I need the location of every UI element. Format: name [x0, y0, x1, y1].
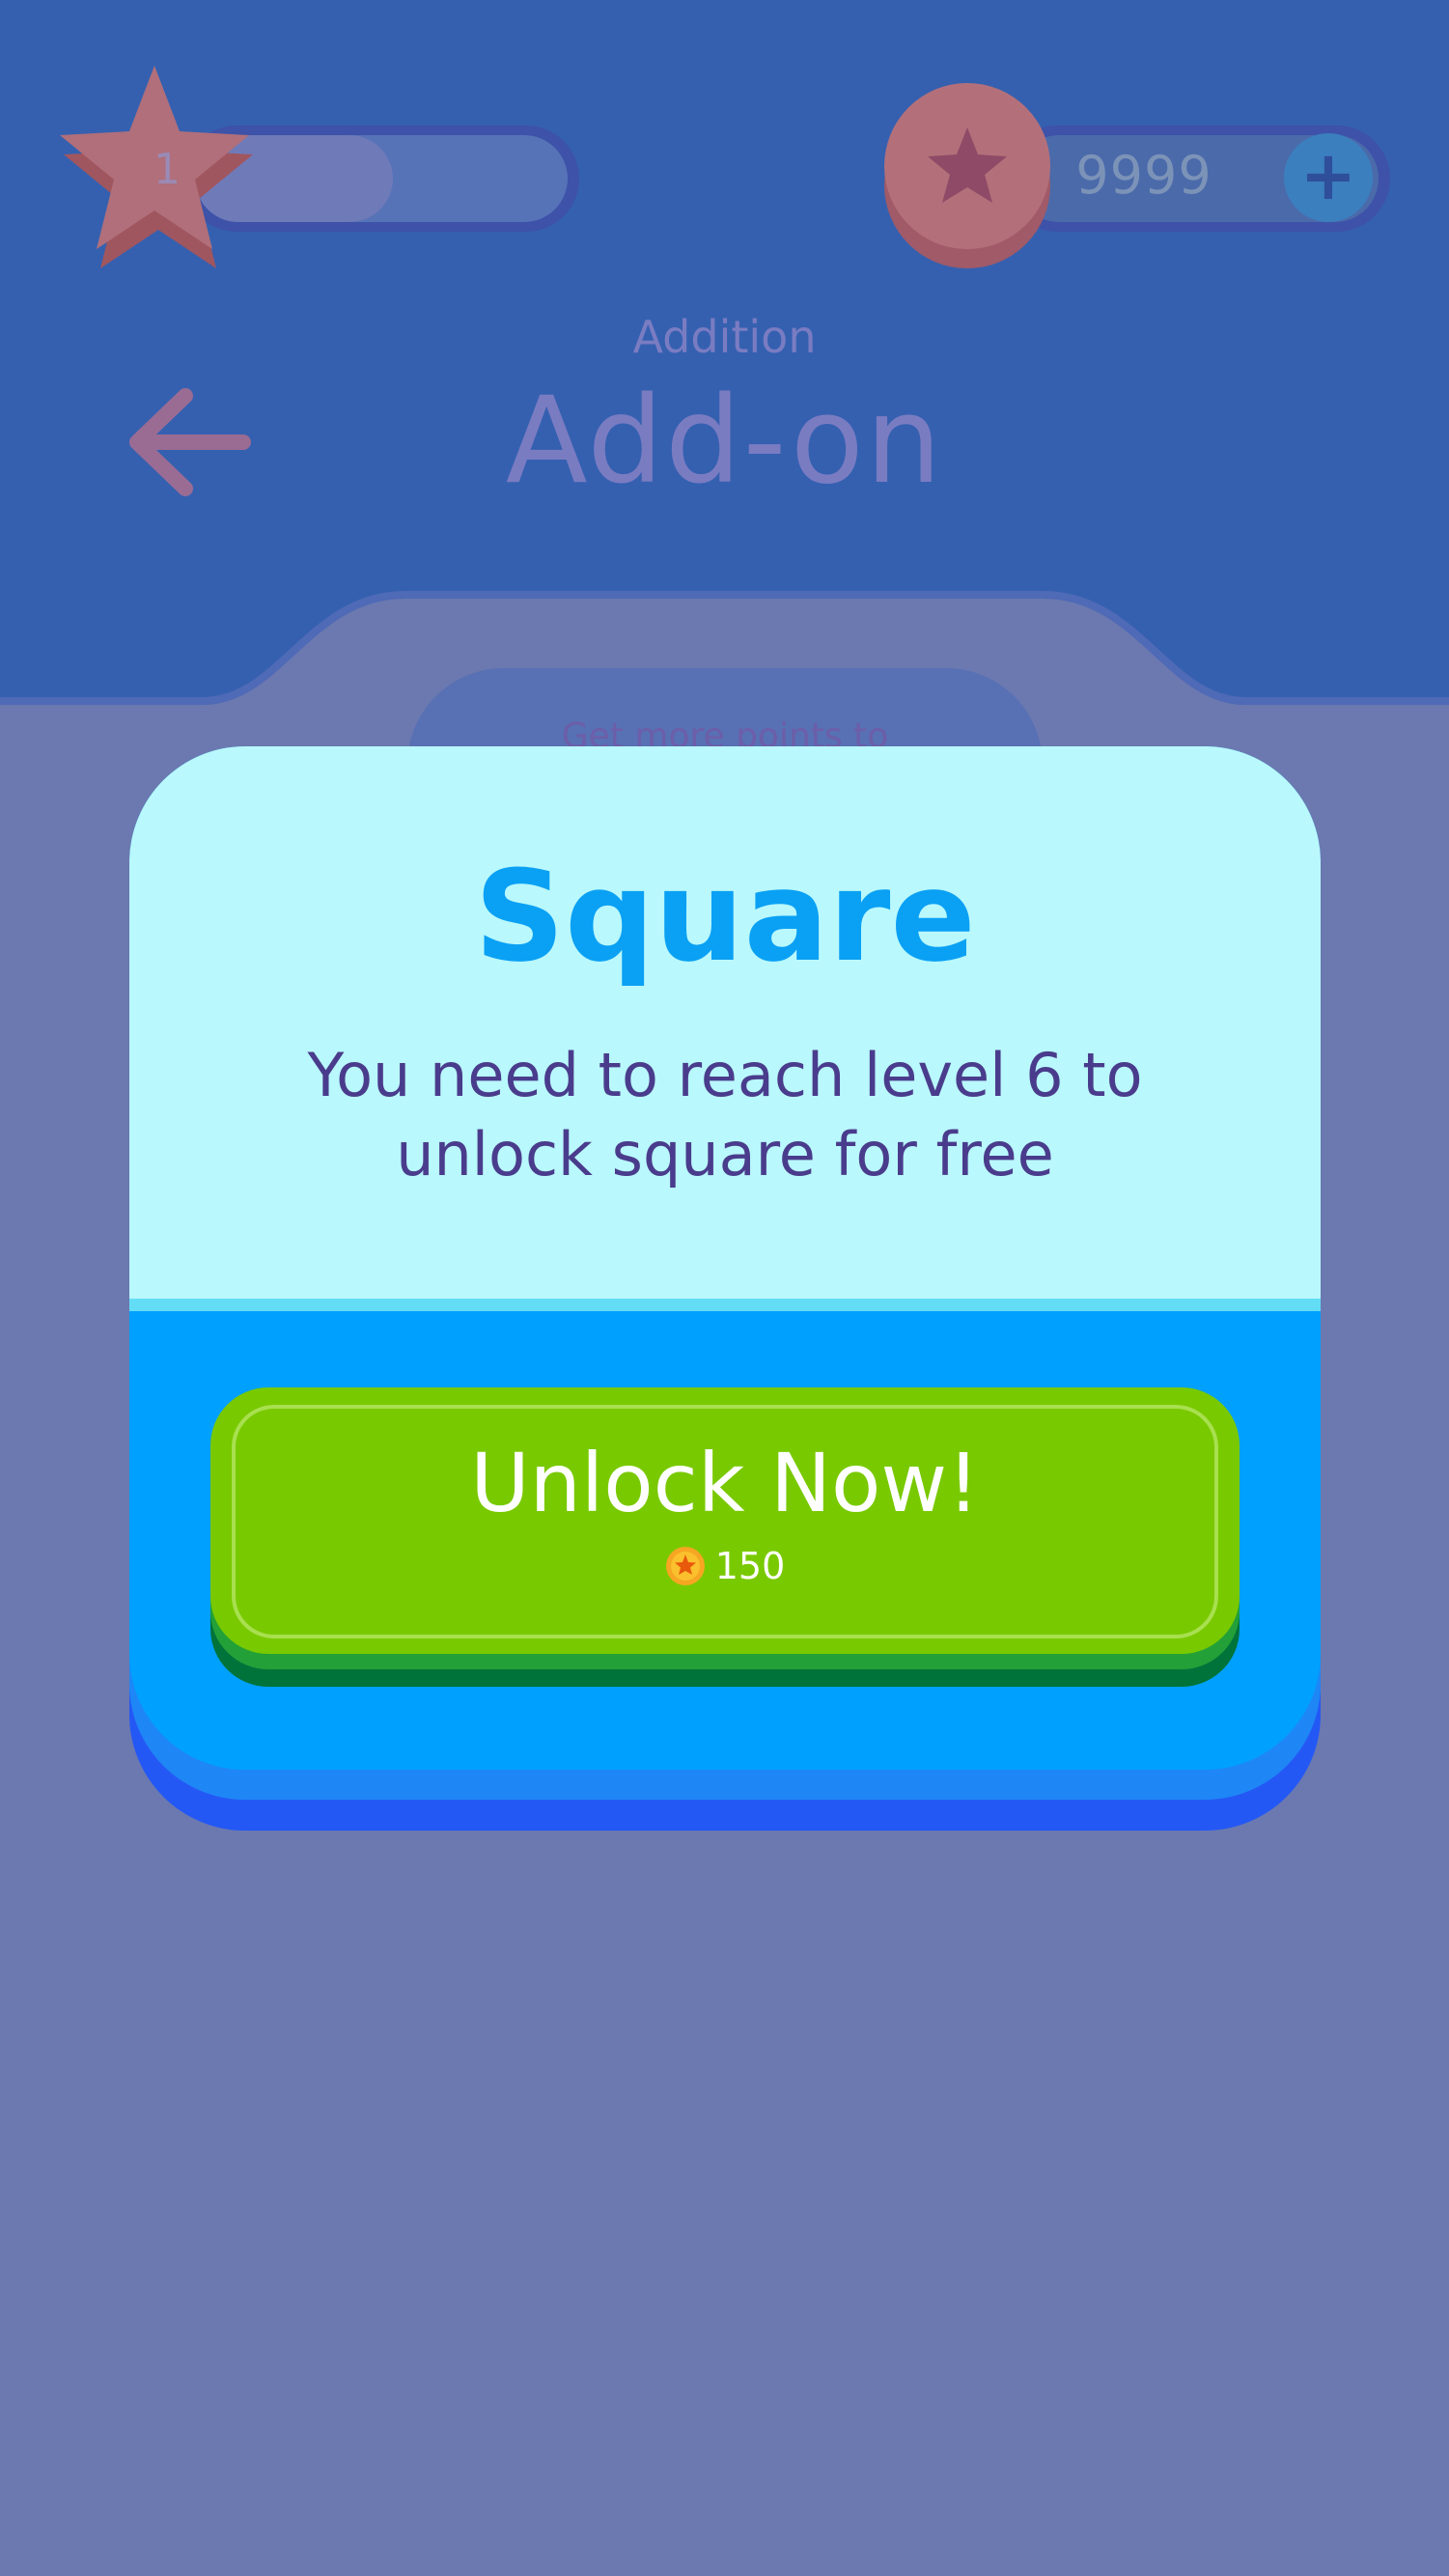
unlock-button-label: Unlock Now!: [470, 1436, 980, 1530]
level-number: 1: [153, 145, 181, 194]
dialog-title: Square: [474, 843, 976, 990]
unlock-now-button[interactable]: Unlock Now! 150: [210, 1387, 1240, 1687]
dialog-message: You need to reach level 6 to unlock squa…: [307, 1040, 1143, 1190]
category-label: Addition: [632, 311, 817, 363]
back-arrow-icon[interactable]: [125, 386, 261, 502]
unlock-price: 150: [714, 1545, 786, 1587]
coin-icon: [884, 83, 1050, 268]
add-coins-button[interactable]: +: [1284, 133, 1373, 222]
dialog-header-panel: Square You need to reach level 6 to unlo…: [129, 746, 1321, 1299]
coins-value: 9999: [1075, 145, 1212, 206]
divider: [129, 1299, 1321, 1311]
coin-icon: [665, 1547, 705, 1585]
